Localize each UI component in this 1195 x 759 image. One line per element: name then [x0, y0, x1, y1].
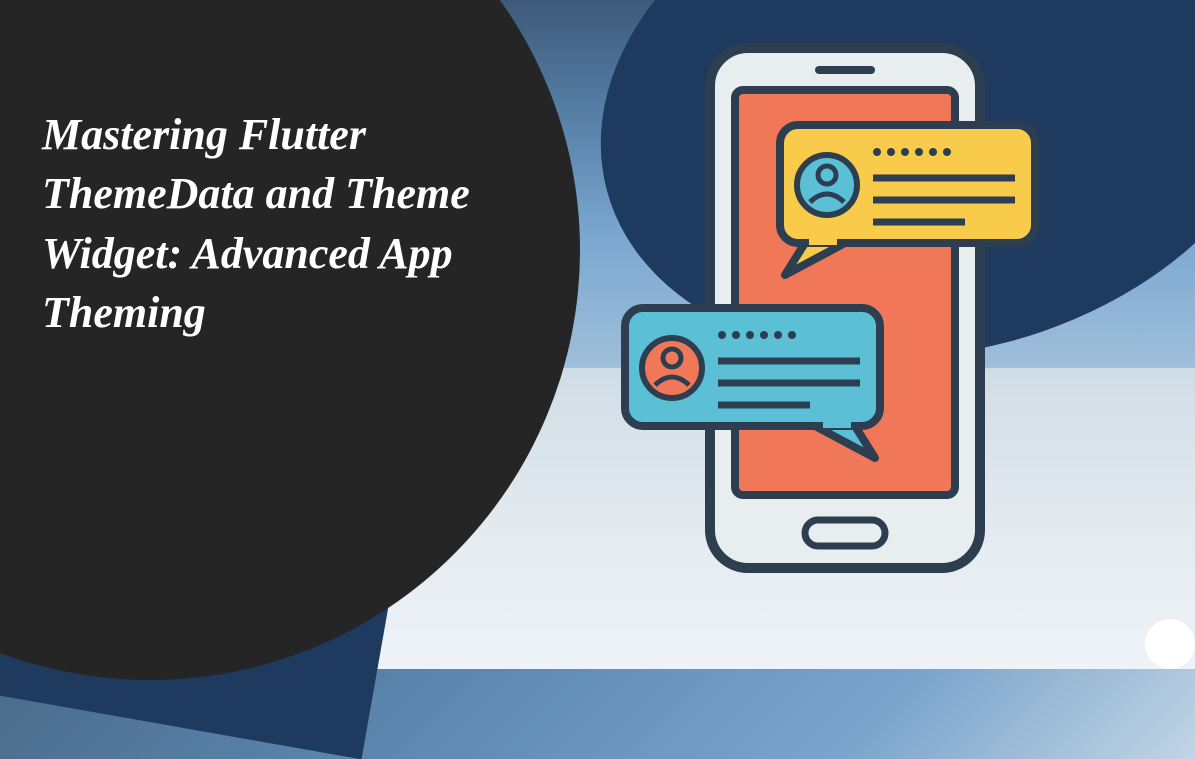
- phone-illustration: [605, 30, 1045, 615]
- phone-chat-icon: [605, 30, 1045, 610]
- decorative-white-dot: [1145, 619, 1195, 669]
- hero-title: Mastering Flutter ThemeData and Theme Wi…: [42, 105, 522, 343]
